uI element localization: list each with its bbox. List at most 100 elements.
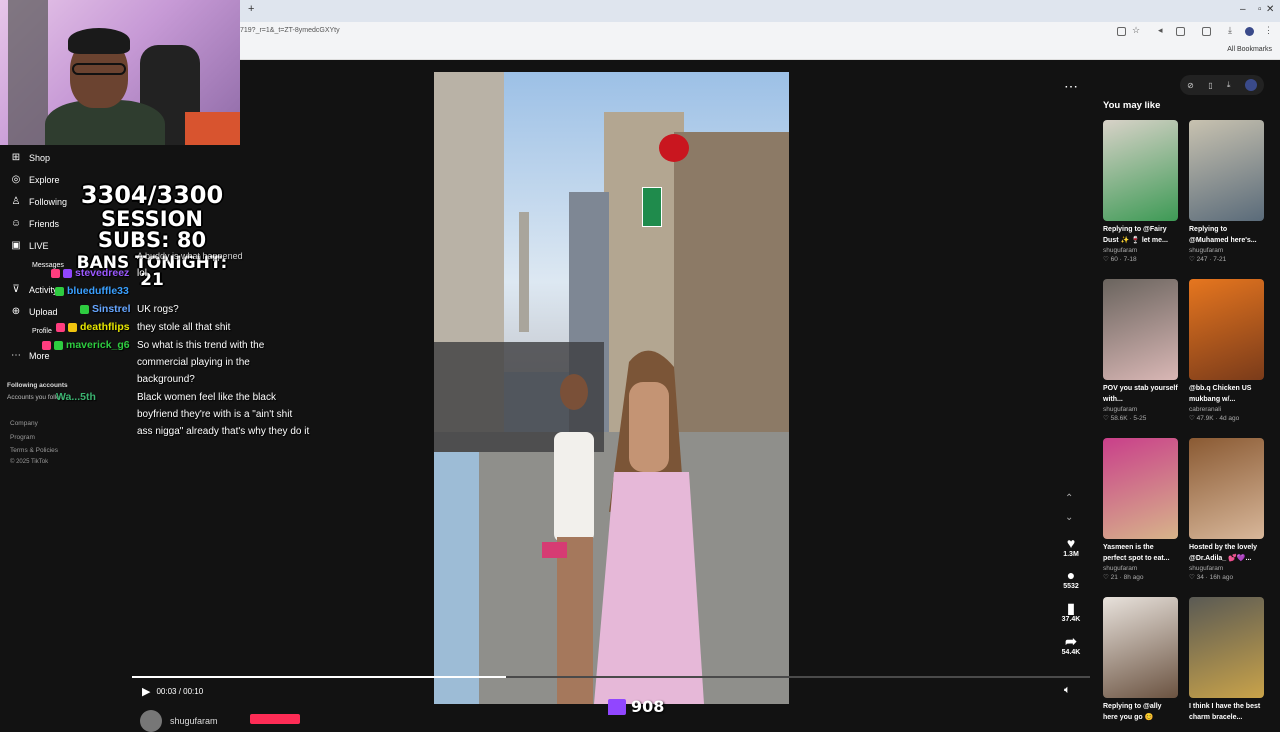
card-author[interactable]: shugufaram xyxy=(1103,247,1178,254)
webcam-overlay xyxy=(0,0,240,145)
activity-icon: ⊽ xyxy=(12,284,20,295)
video-progress-bar[interactable] xyxy=(132,676,1090,678)
chat-message-line: they stole all that shit xyxy=(137,322,231,333)
chat-username[interactable]: Sinstrel xyxy=(92,303,131,315)
recommendation-card[interactable]: Yasmeen is the perfect spot to eat... shu… xyxy=(1103,438,1178,581)
minimize-icon[interactable]: – xyxy=(1240,4,1246,15)
streamer-hair xyxy=(68,28,130,54)
footer-link-program[interactable]: Program xyxy=(10,434,35,441)
card-title[interactable]: @bb.q Chicken US mukbang w/... xyxy=(1189,383,1264,405)
star-icon[interactable]: ☆ xyxy=(1132,25,1141,35)
recommendation-card[interactable]: POV you stab yourself with... shugufaram ♡… xyxy=(1103,279,1178,422)
filter-icon[interactable]: ⊘ xyxy=(1187,81,1194,90)
address-bar[interactable]: 719?_r=1&_t=ZT-8ymedcGXYty ☆ ◂ ⤓ ⋮ xyxy=(240,22,1280,42)
card-thumbnail[interactable] xyxy=(1189,438,1264,539)
card-thumbnail[interactable] xyxy=(1103,597,1178,698)
chat-badge-icon xyxy=(68,322,77,332)
url-text[interactable]: 719?_r=1&_t=ZT-8ymedcGXYty xyxy=(240,27,340,34)
recommendation-card[interactable]: @bb.q Chicken US mukbang w/... cabreranal… xyxy=(1189,279,1264,422)
video-player[interactable] xyxy=(434,72,789,704)
card-author[interactable]: shugufaram xyxy=(1189,565,1264,572)
card-thumbnail[interactable] xyxy=(1103,438,1178,539)
user-avatar[interactable] xyxy=(1244,79,1257,91)
sidebar-item-explore[interactable]: ◎ Explore xyxy=(10,174,60,186)
new-tab-button[interactable]: + xyxy=(248,3,254,15)
maximize-icon[interactable]: ▫ xyxy=(1258,4,1262,15)
card-title[interactable]: Yasmeen is the perfect spot to eat... xyxy=(1103,542,1178,564)
author-avatar[interactable] xyxy=(140,710,162,732)
recommendation-card[interactable]: Replying to @ally here you go 😊 xyxy=(1103,597,1178,724)
card-title[interactable]: Hosted by the lovely @Dr.Adila_ 💕💜... xyxy=(1189,542,1264,564)
like-button[interactable]: ♥ 1.3M xyxy=(1058,535,1084,558)
card-thumbnail[interactable] xyxy=(1103,279,1178,380)
chat-username-row: deathflips xyxy=(56,321,130,333)
video-time: 00:03 / 00:10 xyxy=(156,687,204,696)
sidebar-item-shop[interactable]: ⊞ Shop xyxy=(10,152,50,164)
more-options-icon[interactable]: ⋯ xyxy=(1064,78,1078,95)
sidebar-item-live[interactable]: ▣ LIVE xyxy=(10,240,48,252)
chat-username-row: blueduffle33 xyxy=(55,285,129,297)
chat-username-row: stevedreez xyxy=(51,267,129,279)
follow-button[interactable] xyxy=(250,714,300,724)
menu-kebab-icon[interactable]: ⋮ xyxy=(1264,25,1273,35)
chat-message-line: ass nigga" already that's why they do it xyxy=(137,426,310,437)
footer-link-terms[interactable]: Terms & Policies xyxy=(10,447,58,454)
chat-username[interactable]: Wa...5th xyxy=(56,391,96,403)
sidebar-item-friends[interactable]: ☺ Friends xyxy=(10,218,59,230)
chat-username[interactable]: blueduffle33 xyxy=(67,285,129,297)
sidebar-panel-icon[interactable] xyxy=(1202,27,1211,36)
recommendation-card[interactable]: I think I have the best charm bracele... xyxy=(1189,597,1264,724)
save-button[interactable]: ▮ 37.4K xyxy=(1058,600,1084,623)
playback-controls: ▶ 00:03 / 00:10 xyxy=(142,685,203,698)
chat-username-row: maverick_g6 xyxy=(42,339,130,351)
close-icon[interactable]: ✕ xyxy=(1266,4,1274,15)
sidebar-item-upload[interactable]: ⊕ Upload xyxy=(10,306,58,318)
chat-username[interactable]: deathflips xyxy=(80,321,130,333)
card-author[interactable]: shugufaram xyxy=(1189,247,1264,254)
card-author[interactable]: cabreranali xyxy=(1189,406,1264,413)
download-icon[interactable]: ⤓ xyxy=(1228,25,1237,35)
sidebar-item-label: Shop xyxy=(29,153,51,163)
card-author[interactable]: shugufaram xyxy=(1103,565,1178,572)
previous-video-icon[interactable]: ⌃ xyxy=(1065,493,1073,504)
play-icon[interactable]: ▶ xyxy=(142,685,150,698)
sidebar-item-activity[interactable]: ⊽ Activity xyxy=(10,284,57,296)
author-name[interactable]: shugufaram xyxy=(170,716,218,726)
footer-link-company[interactable]: Company xyxy=(10,420,38,427)
share-button[interactable]: ➦ 54.4K xyxy=(1058,633,1084,656)
cast-icon[interactable] xyxy=(1117,27,1126,36)
all-bookmarks-button[interactable]: All Bookmarks xyxy=(1227,46,1272,53)
more-icon: ⋯ xyxy=(11,350,21,361)
upload-icon: ⊕ xyxy=(11,306,21,317)
card-title[interactable]: POV you stab yourself with... xyxy=(1103,383,1178,405)
comment-button[interactable]: ● 5532 xyxy=(1058,567,1084,590)
volume-icon[interactable]: 🔈︎ xyxy=(1064,684,1071,697)
twitch-viewers-icon xyxy=(608,698,626,715)
woman-pink-dress xyxy=(594,350,704,704)
chat-username[interactable]: stevedreez xyxy=(75,267,129,279)
card-author[interactable]: shugufaram xyxy=(1103,406,1178,413)
phone-icon[interactable]: ▯ xyxy=(1208,81,1212,90)
card-thumbnail[interactable] xyxy=(1189,120,1264,221)
card-title[interactable]: Replying to @Fairy Dust ✨ 🍷 let me... xyxy=(1103,224,1178,246)
card-title[interactable]: Replying to @Muhamed here's... xyxy=(1189,224,1264,246)
following-accounts-heading: Following accounts xyxy=(7,382,68,389)
chat-username[interactable]: maverick_g6 xyxy=(66,339,130,351)
card-meta: ♡ 58.6K · 5-25 xyxy=(1103,415,1147,422)
chat-badge-icon xyxy=(63,268,72,278)
profile-avatar-icon[interactable] xyxy=(1245,27,1254,36)
download-video-icon[interactable]: ⤓ xyxy=(1227,80,1231,90)
card-thumbnail[interactable] xyxy=(1189,279,1264,380)
recommendation-card[interactable]: Replying to @Muhamed here's... shugufaram… xyxy=(1189,120,1264,263)
video-author[interactable]: shugufaram xyxy=(140,710,218,732)
recommendation-card[interactable]: Hosted by the lovely @Dr.Adila_ 💕💜... shu… xyxy=(1189,438,1264,581)
extensions-icon[interactable] xyxy=(1176,27,1185,36)
card-thumbnail[interactable] xyxy=(1189,597,1264,698)
next-video-icon[interactable]: ⌄ xyxy=(1065,512,1073,523)
speaker-icon[interactable]: ◂ xyxy=(1158,25,1167,35)
sidebar-item-profile[interactable]: Profile xyxy=(32,328,52,335)
card-thumbnail[interactable] xyxy=(1103,120,1178,221)
sidebar-item-more[interactable]: ⋯ More xyxy=(10,350,50,362)
sidebar-item-following[interactable]: ♙ Following xyxy=(10,196,68,208)
recommendation-card[interactable]: Replying to @Fairy Dust ✨ 🍷 let me... shu… xyxy=(1103,120,1178,263)
